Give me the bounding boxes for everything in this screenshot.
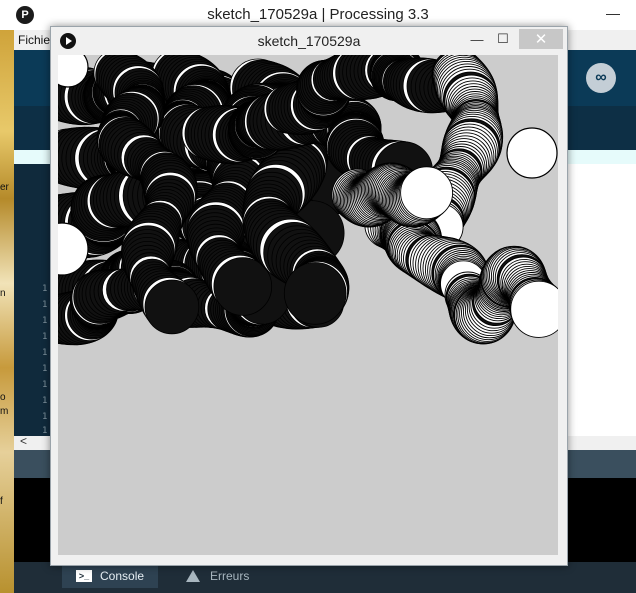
console-icon: >_: [76, 570, 92, 582]
sketch-window: sketch_170529a — ☐ ✕: [50, 26, 568, 566]
tab-errors-label: Erreurs: [210, 569, 250, 583]
line-number: 1: [42, 412, 48, 422]
sketch-titlebar[interactable]: sketch_170529a — ☐ ✕: [51, 27, 567, 55]
line-number-gutter: 1 1 1 1 1 1 1 1 1 1: [14, 164, 54, 436]
line-number: 1: [42, 284, 48, 294]
line-number: 1: [42, 364, 48, 374]
menu-item-file[interactable]: Fichie: [18, 33, 50, 47]
strip-text: f: [0, 496, 3, 507]
tab-errors[interactable]: Erreurs: [172, 564, 263, 588]
strip-text: m: [0, 406, 9, 417]
ide-minimize-button[interactable]: —: [606, 5, 620, 21]
line-number: 1: [42, 348, 48, 358]
ide-footer: >_ Console Erreurs: [14, 562, 636, 593]
strip-text: n: [0, 288, 6, 299]
minimize-button[interactable]: —: [465, 29, 489, 49]
line-number: 1: [42, 300, 48, 310]
maximize-button[interactable]: ☐: [491, 29, 515, 49]
line-number: 1: [42, 426, 48, 436]
warning-icon: [186, 570, 200, 582]
infinity-icon[interactable]: ∞: [586, 63, 616, 93]
scroll-left-arrow-icon[interactable]: <: [20, 434, 27, 448]
line-number: 1: [42, 380, 48, 390]
strip-text: er: [0, 182, 9, 193]
sketch-canvas[interactable]: [58, 55, 558, 555]
tab-console-label: Console: [100, 569, 145, 583]
strip-text: o: [0, 392, 6, 403]
tab-console[interactable]: >_ Console: [62, 564, 159, 588]
line-number: 1: [42, 316, 48, 326]
line-number: 1: [42, 396, 48, 406]
close-button[interactable]: ✕: [519, 29, 563, 49]
background-window-strip: er n o m f: [0, 30, 14, 593]
ide-title: sketch_170529a | Processing 3.3: [207, 6, 429, 23]
generative-circle-trails: [58, 55, 558, 346]
line-number: 1: [42, 332, 48, 342]
sketch-title: sketch_170529a: [257, 33, 361, 49]
